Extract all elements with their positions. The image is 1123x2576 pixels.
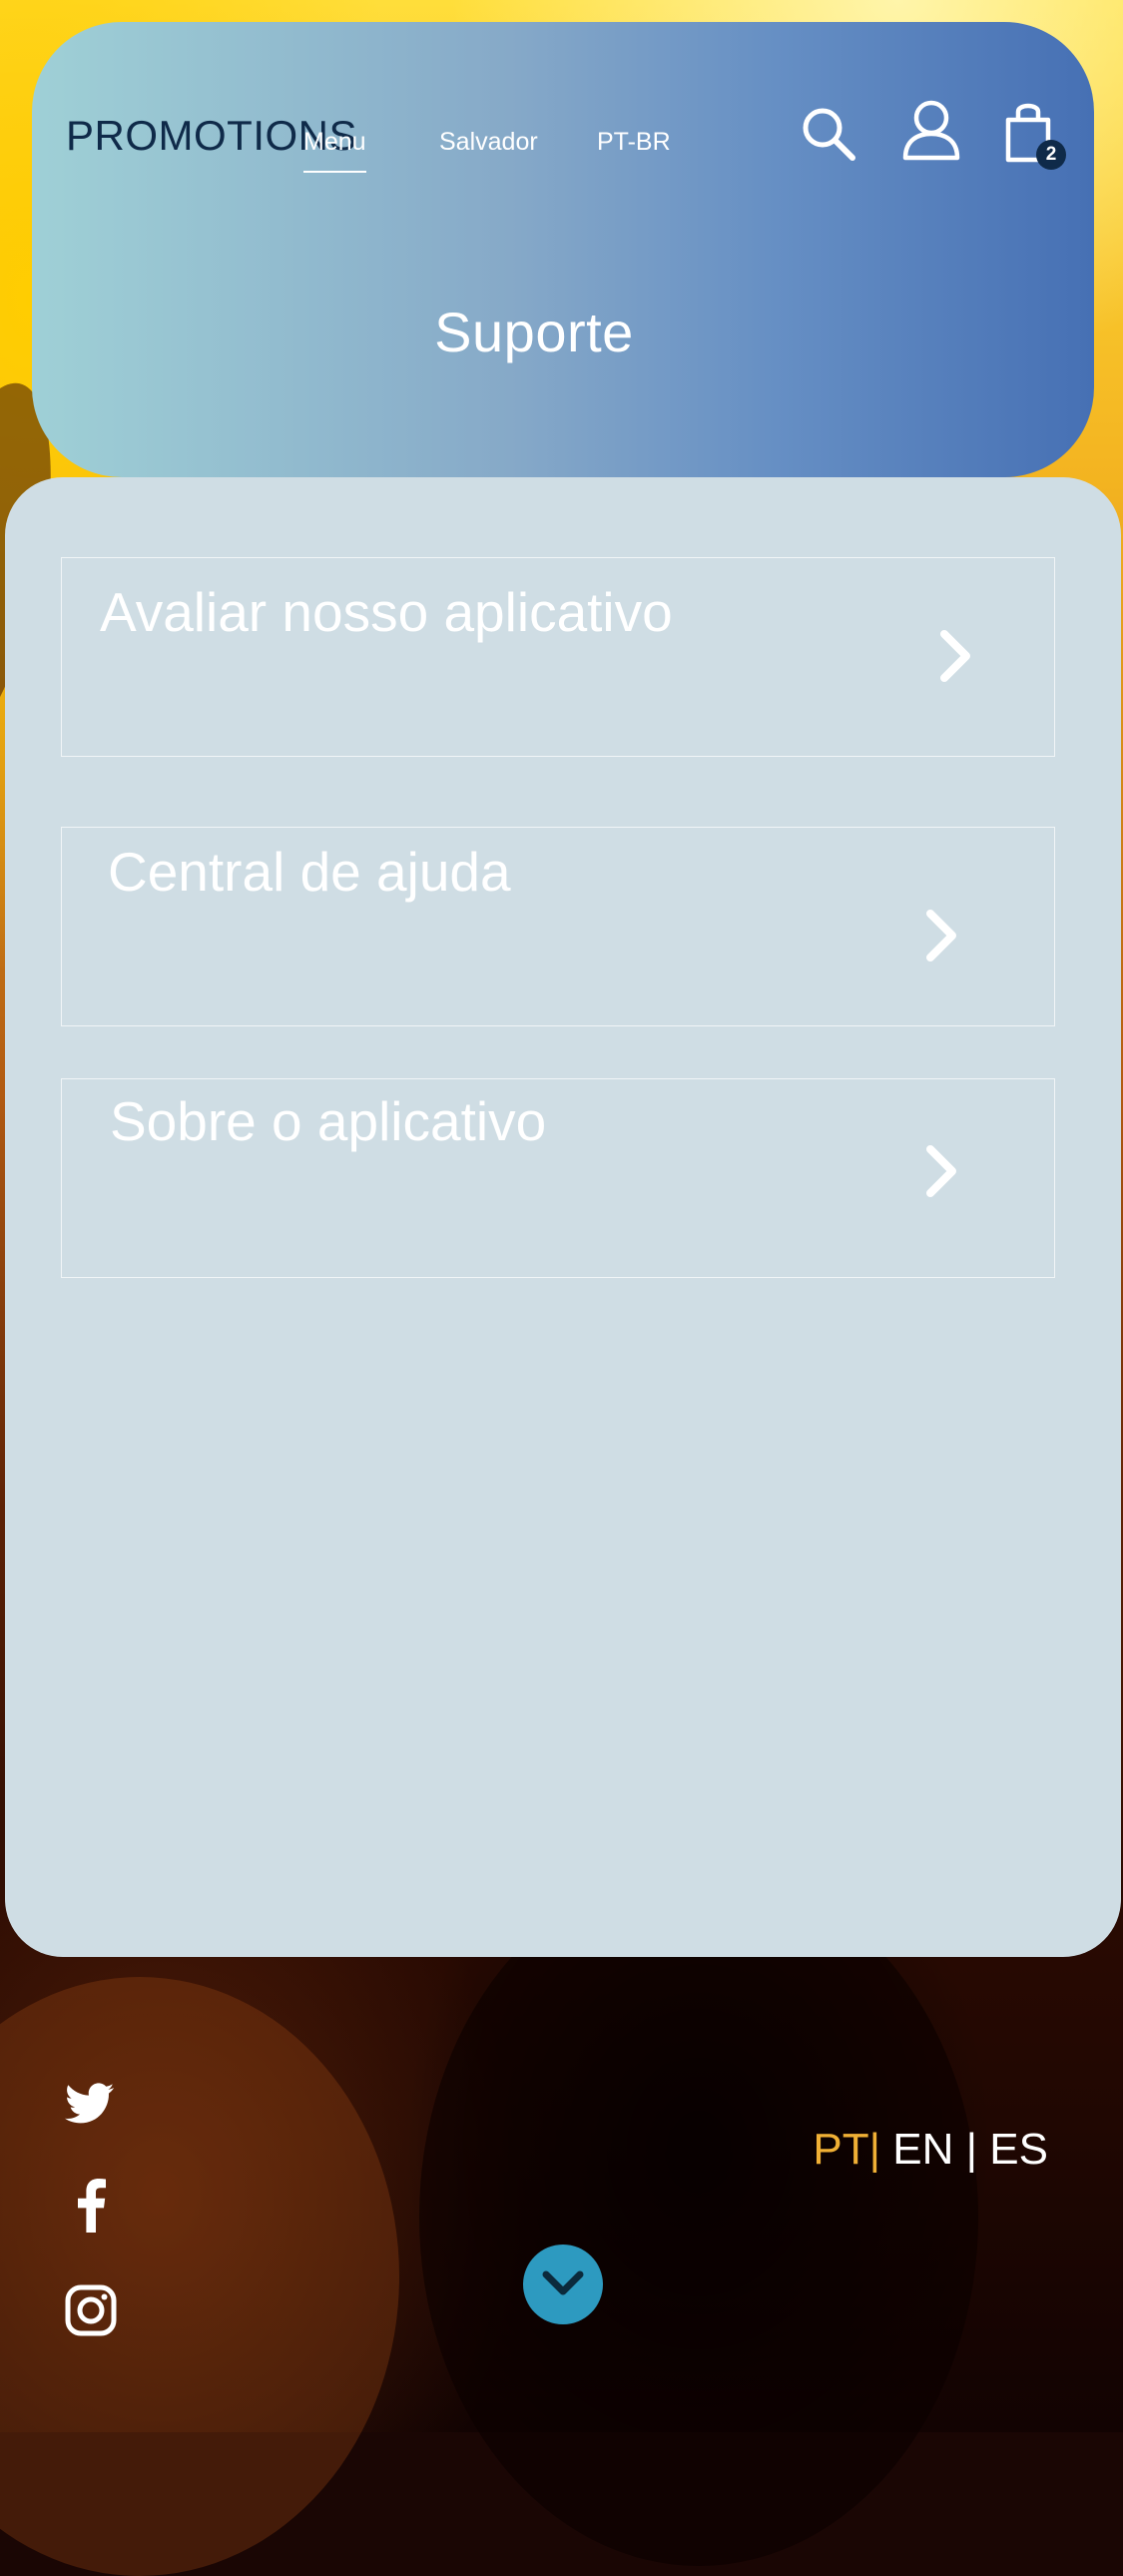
language-option-es[interactable]: ES	[989, 2125, 1048, 2174]
scroll-down-button[interactable]	[523, 2245, 603, 2324]
support-item-about-app[interactable]: Sobre o aplicativo	[61, 1078, 1055, 1278]
chevron-right-icon	[922, 1145, 962, 1202]
nav-menu[interactable]: Menu	[303, 128, 366, 173]
language-option-en[interactable]: EN	[892, 2125, 953, 2174]
header	[32, 22, 1094, 477]
shopping-bag-icon[interactable]: 2	[1002, 98, 1072, 172]
support-item-rate-app[interactable]: Avaliar nosso aplicativo	[61, 557, 1055, 757]
nav-city-selector[interactable]: Salvador	[439, 128, 538, 157]
support-item-label: Sobre o aplicativo	[110, 1090, 547, 1152]
instagram-icon[interactable]	[65, 2284, 117, 2341]
language-switcher: PT| EN | ES	[813, 2125, 1048, 2175]
cart-count-badge: 2	[1036, 140, 1066, 170]
support-item-help-center[interactable]: Central de ajuda	[61, 827, 1055, 1026]
chevron-right-icon	[936, 630, 976, 687]
chevron-right-icon	[922, 910, 962, 966]
chevron-down-icon	[541, 2268, 585, 2305]
twitter-icon[interactable]	[65, 2083, 115, 2130]
language-separator: |	[965, 2125, 978, 2174]
page-title: Suporte	[434, 301, 634, 363]
support-item-label: Avaliar nosso aplicativo	[100, 581, 673, 643]
user-icon[interactable]	[900, 98, 962, 162]
nav-language-selector[interactable]: PT-BR	[597, 128, 671, 157]
language-separator: |	[868, 2125, 881, 2174]
language-option-pt[interactable]: PT	[813, 2125, 868, 2174]
support-item-label: Central de ajuda	[108, 841, 511, 903]
cart-count: 2	[1045, 144, 1057, 165]
facebook-icon[interactable]	[78, 2179, 106, 2238]
search-icon[interactable]	[799, 104, 858, 164]
